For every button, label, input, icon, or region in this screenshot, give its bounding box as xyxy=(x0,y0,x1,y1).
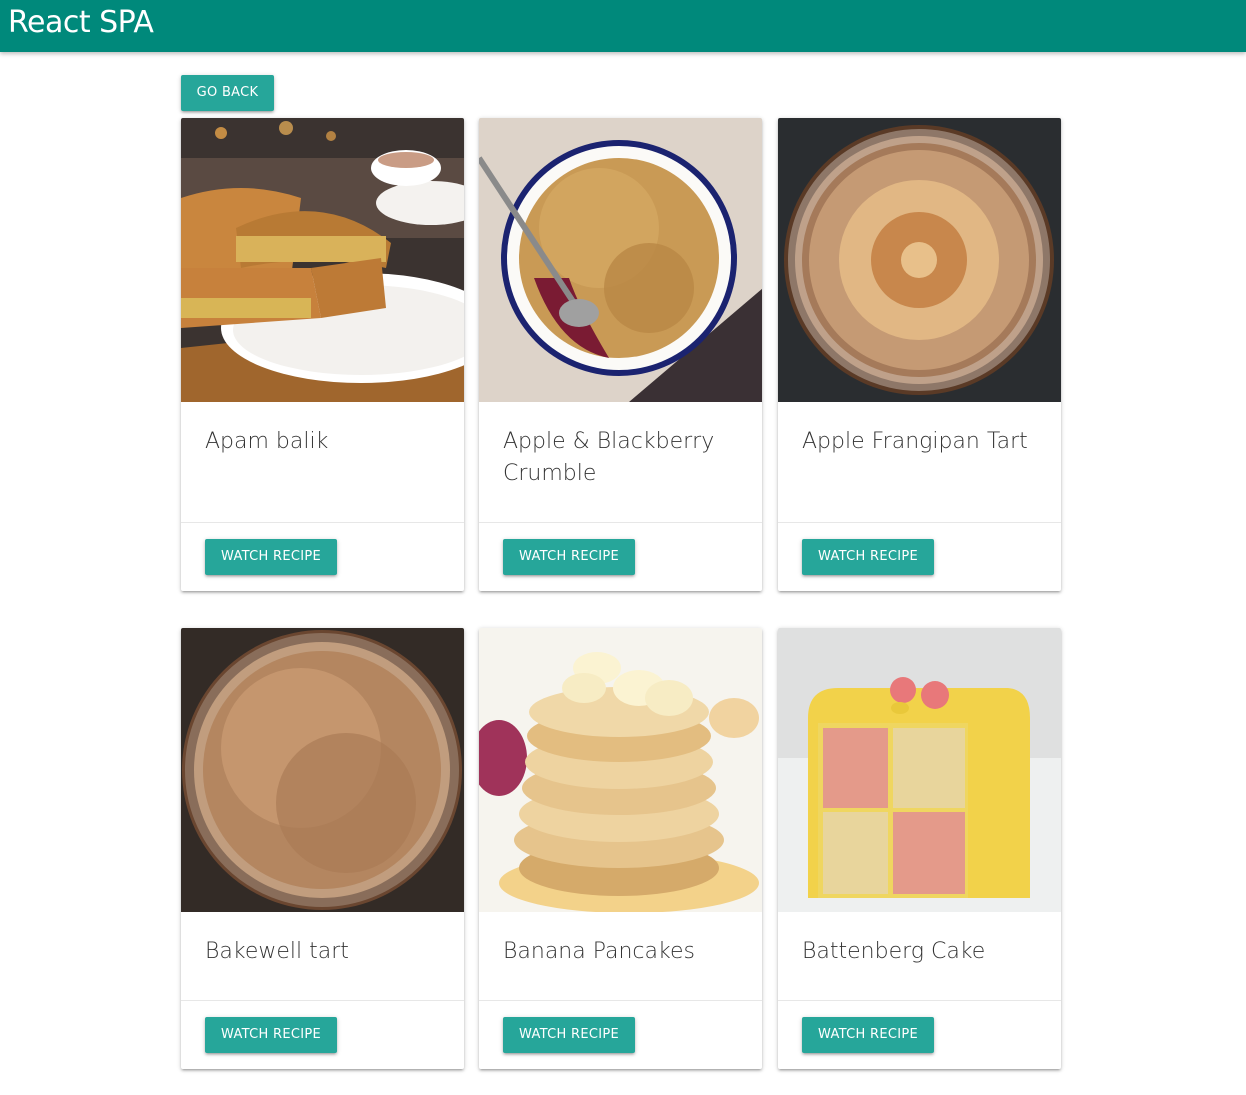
card-actions: Watch Recipe xyxy=(479,1000,762,1069)
recipe-card: Bakewell tart Watch Recipe xyxy=(181,628,464,1069)
recipe-card: Apple & Blackberry Crumble Watch Recipe xyxy=(479,118,762,591)
recipe-title: Battenberg Cake xyxy=(802,939,986,964)
recipe-image-battenberg-cake xyxy=(778,628,1061,912)
watch-recipe-button[interactable]: Watch Recipe xyxy=(802,1017,935,1053)
watch-recipe-button[interactable]: Watch Recipe xyxy=(802,539,935,575)
recipe-image-apple-blackberry-crumble xyxy=(479,118,762,402)
recipe-image-banana-pancakes xyxy=(479,628,762,912)
card-actions: Watch Recipe xyxy=(778,522,1061,591)
recipe-title: Apam balik xyxy=(205,429,329,454)
go-back-button[interactable]: Go Back xyxy=(181,75,274,111)
recipe-card: Banana Pancakes Watch Recipe xyxy=(479,628,762,1069)
card-actions: Watch Recipe xyxy=(181,1000,464,1069)
recipe-title: Bakewell tart xyxy=(205,939,349,964)
recipe-image-apple-frangipan-tart xyxy=(778,118,1061,402)
card-actions: Watch Recipe xyxy=(181,522,464,591)
watch-recipe-button[interactable]: Watch Recipe xyxy=(503,1017,636,1053)
recipe-card: Apam balik Watch Recipe xyxy=(181,118,464,591)
watch-recipe-button[interactable]: Watch Recipe xyxy=(503,539,636,575)
recipe-card: Battenberg Cake Watch Recipe xyxy=(778,628,1061,1069)
card-actions: Watch Recipe xyxy=(778,1000,1061,1069)
app-bar: React SPA xyxy=(0,0,1246,52)
recipe-title: Apple Frangipan Tart xyxy=(802,429,1028,454)
recipe-title: Banana Pancakes xyxy=(503,939,695,964)
watch-recipe-button[interactable]: Watch Recipe xyxy=(205,539,338,575)
recipe-title: Apple & Blackberry Crumble xyxy=(503,429,715,486)
watch-recipe-button[interactable]: Watch Recipe xyxy=(205,1017,338,1053)
app-title[interactable]: React SPA xyxy=(8,4,154,42)
recipe-image-apam-balik xyxy=(181,118,464,402)
card-actions: Watch Recipe xyxy=(479,522,762,591)
recipe-card: Apple Frangipan Tart Watch Recipe xyxy=(778,118,1061,591)
recipe-image-bakewell-tart xyxy=(181,628,464,912)
